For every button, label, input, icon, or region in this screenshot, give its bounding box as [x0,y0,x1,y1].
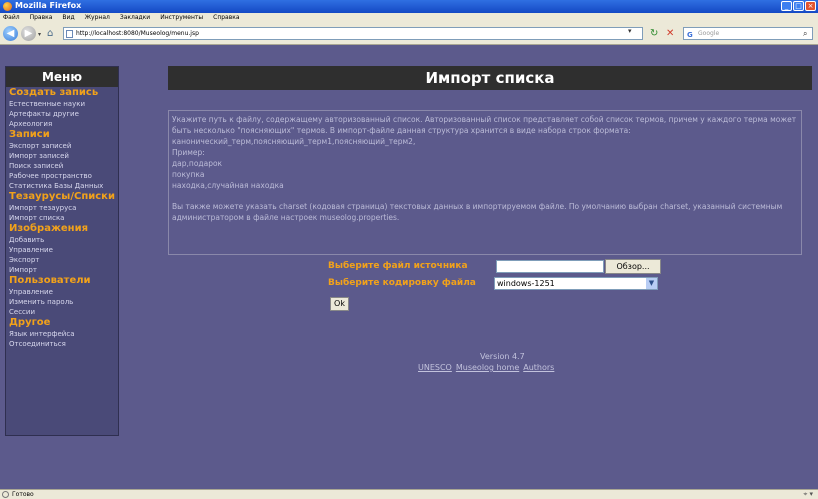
status-bar: Готово ⌖ ▾ [0,489,818,499]
sidebar-item-workspace[interactable]: Рабочее пространство [6,171,118,181]
search-placeholder: Google [698,30,720,37]
menu-help[interactable]: Справка [213,13,239,23]
encoding-select[interactable]: windows-1251 ▼ [494,277,658,290]
museolog-home-link[interactable]: Museolog home [456,363,519,372]
stop-icon[interactable]: ✕ [666,27,678,40]
browse-button[interactable]: Обзор... [605,259,661,274]
page-content: Меню Создать запись Естественные науки А… [0,45,818,489]
status-tray-icon: ⌖ ▾ [803,490,813,498]
charset-paragraph: Вы также можете указать charset (кодовая… [172,202,783,222]
menu-bar: Файл Правка Вид Журнал Закладки Инструме… [0,13,818,23]
file-path-input[interactable] [496,260,604,273]
sidebar-item-archaeology[interactable]: Археология [6,119,118,129]
status-icon [2,491,9,498]
reload-icon[interactable]: ↻ [650,27,662,40]
sidebar-item-manage-users[interactable]: Управление [6,287,118,297]
menu-tools[interactable]: Инструменты [160,13,203,23]
example-line: дар,подарок [172,159,223,168]
sidebar-item-sessions[interactable]: Сессии [6,307,118,317]
minimize-icon[interactable]: _ [781,1,792,11]
sidebar-menu: Меню Создать запись Естественные науки А… [5,66,119,436]
menu-file[interactable]: Файл [3,13,20,23]
window-title-bar: Mozilla Firefox _ □ × [0,0,818,13]
sidebar-item-search-records[interactable]: Поиск записей [6,161,118,171]
menu-view[interactable]: Вид [62,13,74,23]
file-label: Выберите файл источника [328,261,468,271]
ok-button[interactable]: Ok [330,297,349,311]
example-label: Пример: [172,148,205,157]
example-line: находка,случайная находка [172,181,284,190]
sidebar-title: Меню [6,67,118,87]
home-icon[interactable]: ⌂ [47,28,58,39]
url-text: http://localhost:8080/Museolog/menu.jsp [76,30,199,37]
menu-edit[interactable]: Правка [30,13,53,23]
sidebar-item-export-images[interactable]: Экспорт [6,255,118,265]
encoding-label: Выберите кодировку файла [328,278,476,288]
menu-bookmarks[interactable]: Закладки [120,13,150,23]
search-input[interactable]: G Google [683,27,813,40]
sidebar-item-export-records[interactable]: Экспорт записей [6,141,118,151]
sidebar-section-create: Создать запись [9,87,99,98]
unesco-link[interactable]: UNESCO [418,363,452,372]
version-text: Version 4.7 [480,352,525,361]
sidebar-item-language[interactable]: Язык интерфейса [6,329,118,339]
sidebar-section-users: Пользователи [9,275,91,286]
status-text: Готово [12,491,34,498]
instructions-box: Укажите путь к файлу, содержащему автори… [168,110,802,255]
page-icon [66,30,73,38]
history-dropdown-icon[interactable]: ▾ [38,31,41,38]
firefox-logo-icon [3,2,12,11]
navigation-toolbar: ◀ ▶ ▾ ⌂ http://localhost:8080/Museolog/m… [0,23,818,45]
sidebar-section-other: Другое [9,317,51,328]
example-line: покупка [172,170,205,179]
sidebar-item-import-list[interactable]: Импорт списка [6,213,118,223]
encoding-value: windows-1251 [497,279,555,288]
authors-link[interactable]: Authors [523,363,554,372]
sidebar-item-change-password[interactable]: Изменить пароль [6,297,118,307]
forward-icon[interactable]: ▶ [21,26,36,41]
sidebar-item-import-thesaurus[interactable]: Импорт тезауруса [6,203,118,213]
encoding-row: Выберите кодировку файла windows-1251 ▼ [328,277,658,290]
search-icon[interactable]: ⌕ [803,27,807,40]
menu-history[interactable]: Журнал [85,13,110,23]
page-title: Импорт списка [168,66,812,90]
sidebar-item-import-images[interactable]: Импорт [6,265,118,275]
footer-links: UNESCO Museolog home Authors [418,363,554,372]
sidebar-section-thesauri: Тезаурусы/Списки [9,191,115,202]
sidebar-section-images: Изображения [9,223,89,234]
sidebar-item-import-records[interactable]: Импорт записей [6,151,118,161]
sidebar-item-db-stats[interactable]: Статистика Базы Данных [6,181,118,191]
main-panel: Импорт списка Укажите путь к файлу, соде… [168,66,812,436]
window-controls: _ □ × [781,1,816,11]
chevron-down-icon[interactable]: ▼ [646,278,657,289]
url-dropdown-icon[interactable]: ▾ [628,27,632,35]
sidebar-item-add-image[interactable]: Добавить [6,235,118,245]
url-bar[interactable]: http://localhost:8080/Museolog/menu.jsp [63,27,643,40]
google-icon: G [687,31,693,39]
sidebar-item-other-artifacts[interactable]: Артефакты другие [6,109,118,119]
maximize-icon[interactable]: □ [793,1,804,11]
sidebar-item-logout[interactable]: Отсоединиться [6,339,118,349]
window-title: Mozilla Firefox [15,1,82,10]
file-row: Выберите файл источника Обзор... [328,259,661,274]
instructions-paragraph: Укажите путь к файлу, содержащему автори… [172,115,797,146]
back-icon[interactable]: ◀ [3,26,18,41]
sidebar-item-natural-sciences[interactable]: Естественные науки [6,99,118,109]
close-icon[interactable]: × [805,1,816,11]
sidebar-item-manage-images[interactable]: Управление [6,245,118,255]
sidebar-section-records: Записи [9,129,50,140]
